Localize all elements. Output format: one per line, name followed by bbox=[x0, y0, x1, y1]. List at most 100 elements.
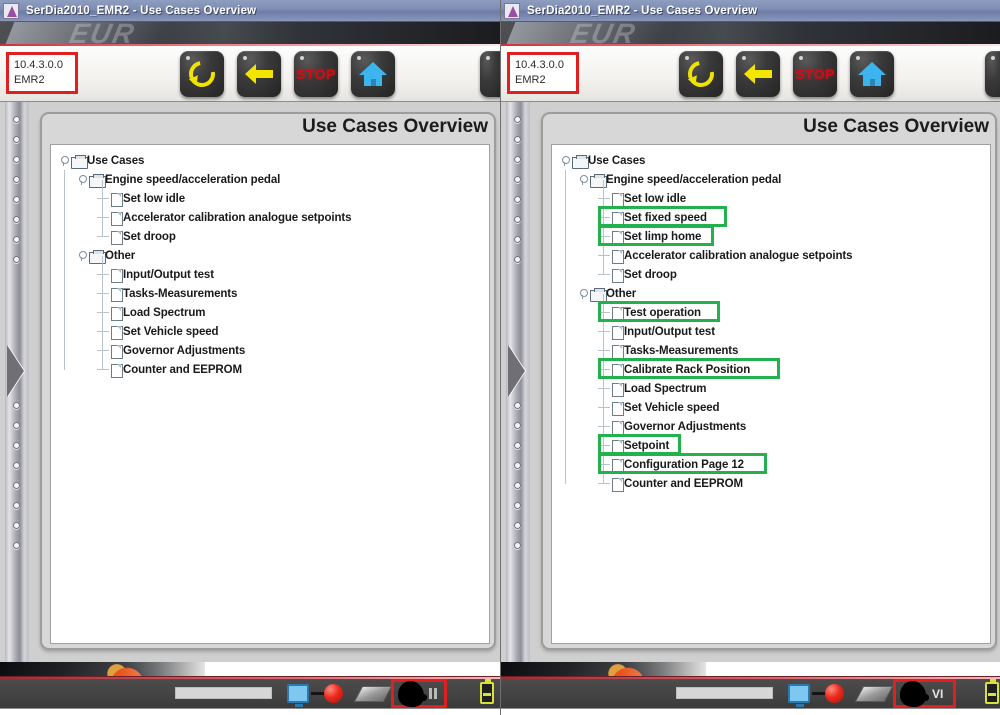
device-name: EMR2 bbox=[515, 74, 546, 86]
tree-file-node[interactable]: Set low idle bbox=[552, 189, 990, 208]
tree-file-node[interactable]: Load Spectrum bbox=[552, 379, 990, 398]
tree-expand-toggle-icon[interactable] bbox=[578, 288, 589, 299]
tree-expand-toggle-icon[interactable] bbox=[77, 174, 88, 185]
tree-file-node[interactable]: Set low idle bbox=[51, 189, 489, 208]
refresh-button[interactable] bbox=[180, 51, 224, 97]
splitter-dot bbox=[13, 462, 20, 469]
monitor-connection-icon[interactable] bbox=[788, 684, 810, 707]
tree-file-node[interactable]: Input/Output test bbox=[51, 265, 489, 284]
battery-icon[interactable] bbox=[985, 679, 999, 704]
right-statusbar: VI bbox=[501, 676, 1000, 709]
file-icon bbox=[611, 211, 624, 226]
use-cases-tree[interactable]: Use Cases Engine speed/acceleration pedal… bbox=[552, 145, 990, 493]
tree-folder-node[interactable]: Other bbox=[552, 284, 990, 303]
splitter-dot bbox=[514, 442, 521, 449]
file-icon bbox=[611, 306, 624, 321]
tree-expand-toggle-icon[interactable] bbox=[560, 155, 571, 166]
splitter-dot bbox=[514, 136, 521, 143]
red-record-dot-icon[interactable] bbox=[825, 684, 844, 703]
tree-branch-line bbox=[97, 312, 109, 313]
stop-button[interactable]: STOP bbox=[294, 51, 338, 97]
right-window-pane: SerDia2010_EMR2 - Use Cases Overview EUR… bbox=[500, 0, 1000, 715]
window-title: SerDia2010_EMR2 - Use Cases Overview bbox=[527, 4, 758, 17]
home-button[interactable] bbox=[850, 51, 894, 97]
monitor-connection-icon[interactable] bbox=[287, 684, 309, 707]
tree-folder-node[interactable]: Other bbox=[51, 246, 489, 265]
tree-node-label: Accelerator calibration analogue setpoin… bbox=[123, 211, 352, 224]
left-titlebar: SerDia2010_EMR2 - Use Cases Overview bbox=[0, 0, 500, 22]
tree-branch-line bbox=[97, 217, 109, 218]
tree-file-node[interactable]: Accelerator calibration analogue setpoin… bbox=[552, 246, 990, 265]
tree-node-label: Set droop bbox=[123, 230, 176, 243]
use-cases-tree[interactable]: Use Cases Engine speed/acceleration pedal… bbox=[51, 145, 489, 379]
file-icon bbox=[611, 344, 624, 359]
splitter-dot bbox=[514, 542, 521, 549]
panel-splitter[interactable] bbox=[506, 102, 530, 662]
tree-file-node[interactable]: Set droop bbox=[51, 227, 489, 246]
head-silhouette-icon bbox=[900, 680, 929, 707]
tree-file-node[interactable]: Tasks-Measurements bbox=[51, 284, 489, 303]
tree-file-node[interactable]: Test operation bbox=[552, 303, 990, 322]
tree-folder-node[interactable]: Engine speed/acceleration pedal bbox=[552, 170, 990, 189]
pause-icon bbox=[429, 688, 437, 699]
tree-file-node[interactable]: Set droop bbox=[552, 265, 990, 284]
tree-file-node[interactable]: Set fixed speed bbox=[552, 208, 990, 227]
red-record-dot-icon[interactable] bbox=[324, 684, 343, 703]
home-button[interactable] bbox=[351, 51, 395, 97]
splitter-dot bbox=[514, 236, 521, 243]
tree-file-node[interactable]: Governor Adjustments bbox=[552, 417, 990, 436]
document-stack-icon[interactable] bbox=[353, 686, 393, 702]
stop-button[interactable]: STOP bbox=[793, 51, 837, 97]
document-stack-icon[interactable] bbox=[854, 686, 894, 702]
tree-file-node[interactable]: Setpoint bbox=[552, 436, 990, 455]
tree-expand-toggle-icon[interactable] bbox=[578, 174, 589, 185]
panel-splitter[interactable] bbox=[5, 102, 29, 662]
right-tree-container[interactable]: Use Cases Engine speed/acceleration pedal… bbox=[551, 144, 991, 644]
tree-file-node[interactable]: Input/Output test bbox=[552, 322, 990, 341]
next-toolbar-button-partial[interactable] bbox=[480, 51, 500, 97]
head-silhouette-icon bbox=[398, 680, 427, 707]
left-content-area: Use Cases Overview Use Cases Engine speed… bbox=[0, 102, 500, 662]
tree-folder-node[interactable]: Engine speed/acceleration pedal bbox=[51, 170, 489, 189]
tree-file-node[interactable]: Configuration Page 12 bbox=[552, 455, 990, 474]
left-tree-container[interactable]: Use Cases Engine speed/acceleration pedal… bbox=[50, 144, 490, 644]
tree-folder-node[interactable]: Use Cases bbox=[51, 151, 489, 170]
banner-text: EUR bbox=[567, 22, 640, 44]
left-bottom-edge bbox=[0, 709, 500, 715]
file-icon bbox=[611, 325, 624, 340]
battery-icon[interactable] bbox=[480, 679, 494, 704]
tree-node-label: Governor Adjustments bbox=[123, 344, 246, 357]
left-arrow-icon bbox=[245, 64, 273, 84]
tree-file-node[interactable]: Calibrate Rack Position bbox=[552, 360, 990, 379]
screenshot-root: SerDia2010_EMR2 - Use Cases Overview EUR… bbox=[0, 0, 1000, 715]
expand-right-arrow-icon[interactable] bbox=[508, 345, 525, 397]
tree-branch-line bbox=[598, 388, 610, 389]
expand-right-arrow-icon[interactable] bbox=[7, 345, 24, 397]
head-status-highlight[interactable]: VI bbox=[893, 679, 956, 708]
back-button[interactable] bbox=[736, 51, 780, 97]
tree-file-node[interactable]: Load Spectrum bbox=[51, 303, 489, 322]
home-icon bbox=[359, 62, 387, 86]
tree-expand-toggle-icon[interactable] bbox=[59, 155, 70, 166]
next-toolbar-button-partial[interactable] bbox=[985, 51, 1000, 97]
splitter-dot bbox=[514, 422, 521, 429]
tree-file-node[interactable]: Set limp home bbox=[552, 227, 990, 246]
head-status-highlight[interactable] bbox=[391, 679, 447, 708]
tree-folder-node[interactable]: Use Cases bbox=[552, 151, 990, 170]
splitter-dot bbox=[13, 522, 20, 529]
tree-file-node[interactable]: Governor Adjustments bbox=[51, 341, 489, 360]
tree-expand-toggle-icon[interactable] bbox=[77, 250, 88, 261]
tree-file-node[interactable]: Set Vehicle speed bbox=[51, 322, 489, 341]
tree-node-label: Configuration Page 12 bbox=[624, 458, 744, 471]
tree-file-node[interactable]: Tasks-Measurements bbox=[552, 341, 990, 360]
file-icon bbox=[611, 192, 624, 207]
tree-file-node[interactable]: Set Vehicle speed bbox=[552, 398, 990, 417]
file-icon bbox=[611, 230, 624, 245]
tree-file-node[interactable]: Accelerator calibration analogue setpoin… bbox=[51, 208, 489, 227]
tree-file-node[interactable]: Counter and EEPROM bbox=[51, 360, 489, 379]
right-banner: EUR bbox=[501, 22, 1000, 44]
tree-file-node[interactable]: Counter and EEPROM bbox=[552, 474, 990, 493]
back-button[interactable] bbox=[237, 51, 281, 97]
refresh-button[interactable] bbox=[679, 51, 723, 97]
tree-node-label: Set fixed speed bbox=[624, 211, 707, 224]
